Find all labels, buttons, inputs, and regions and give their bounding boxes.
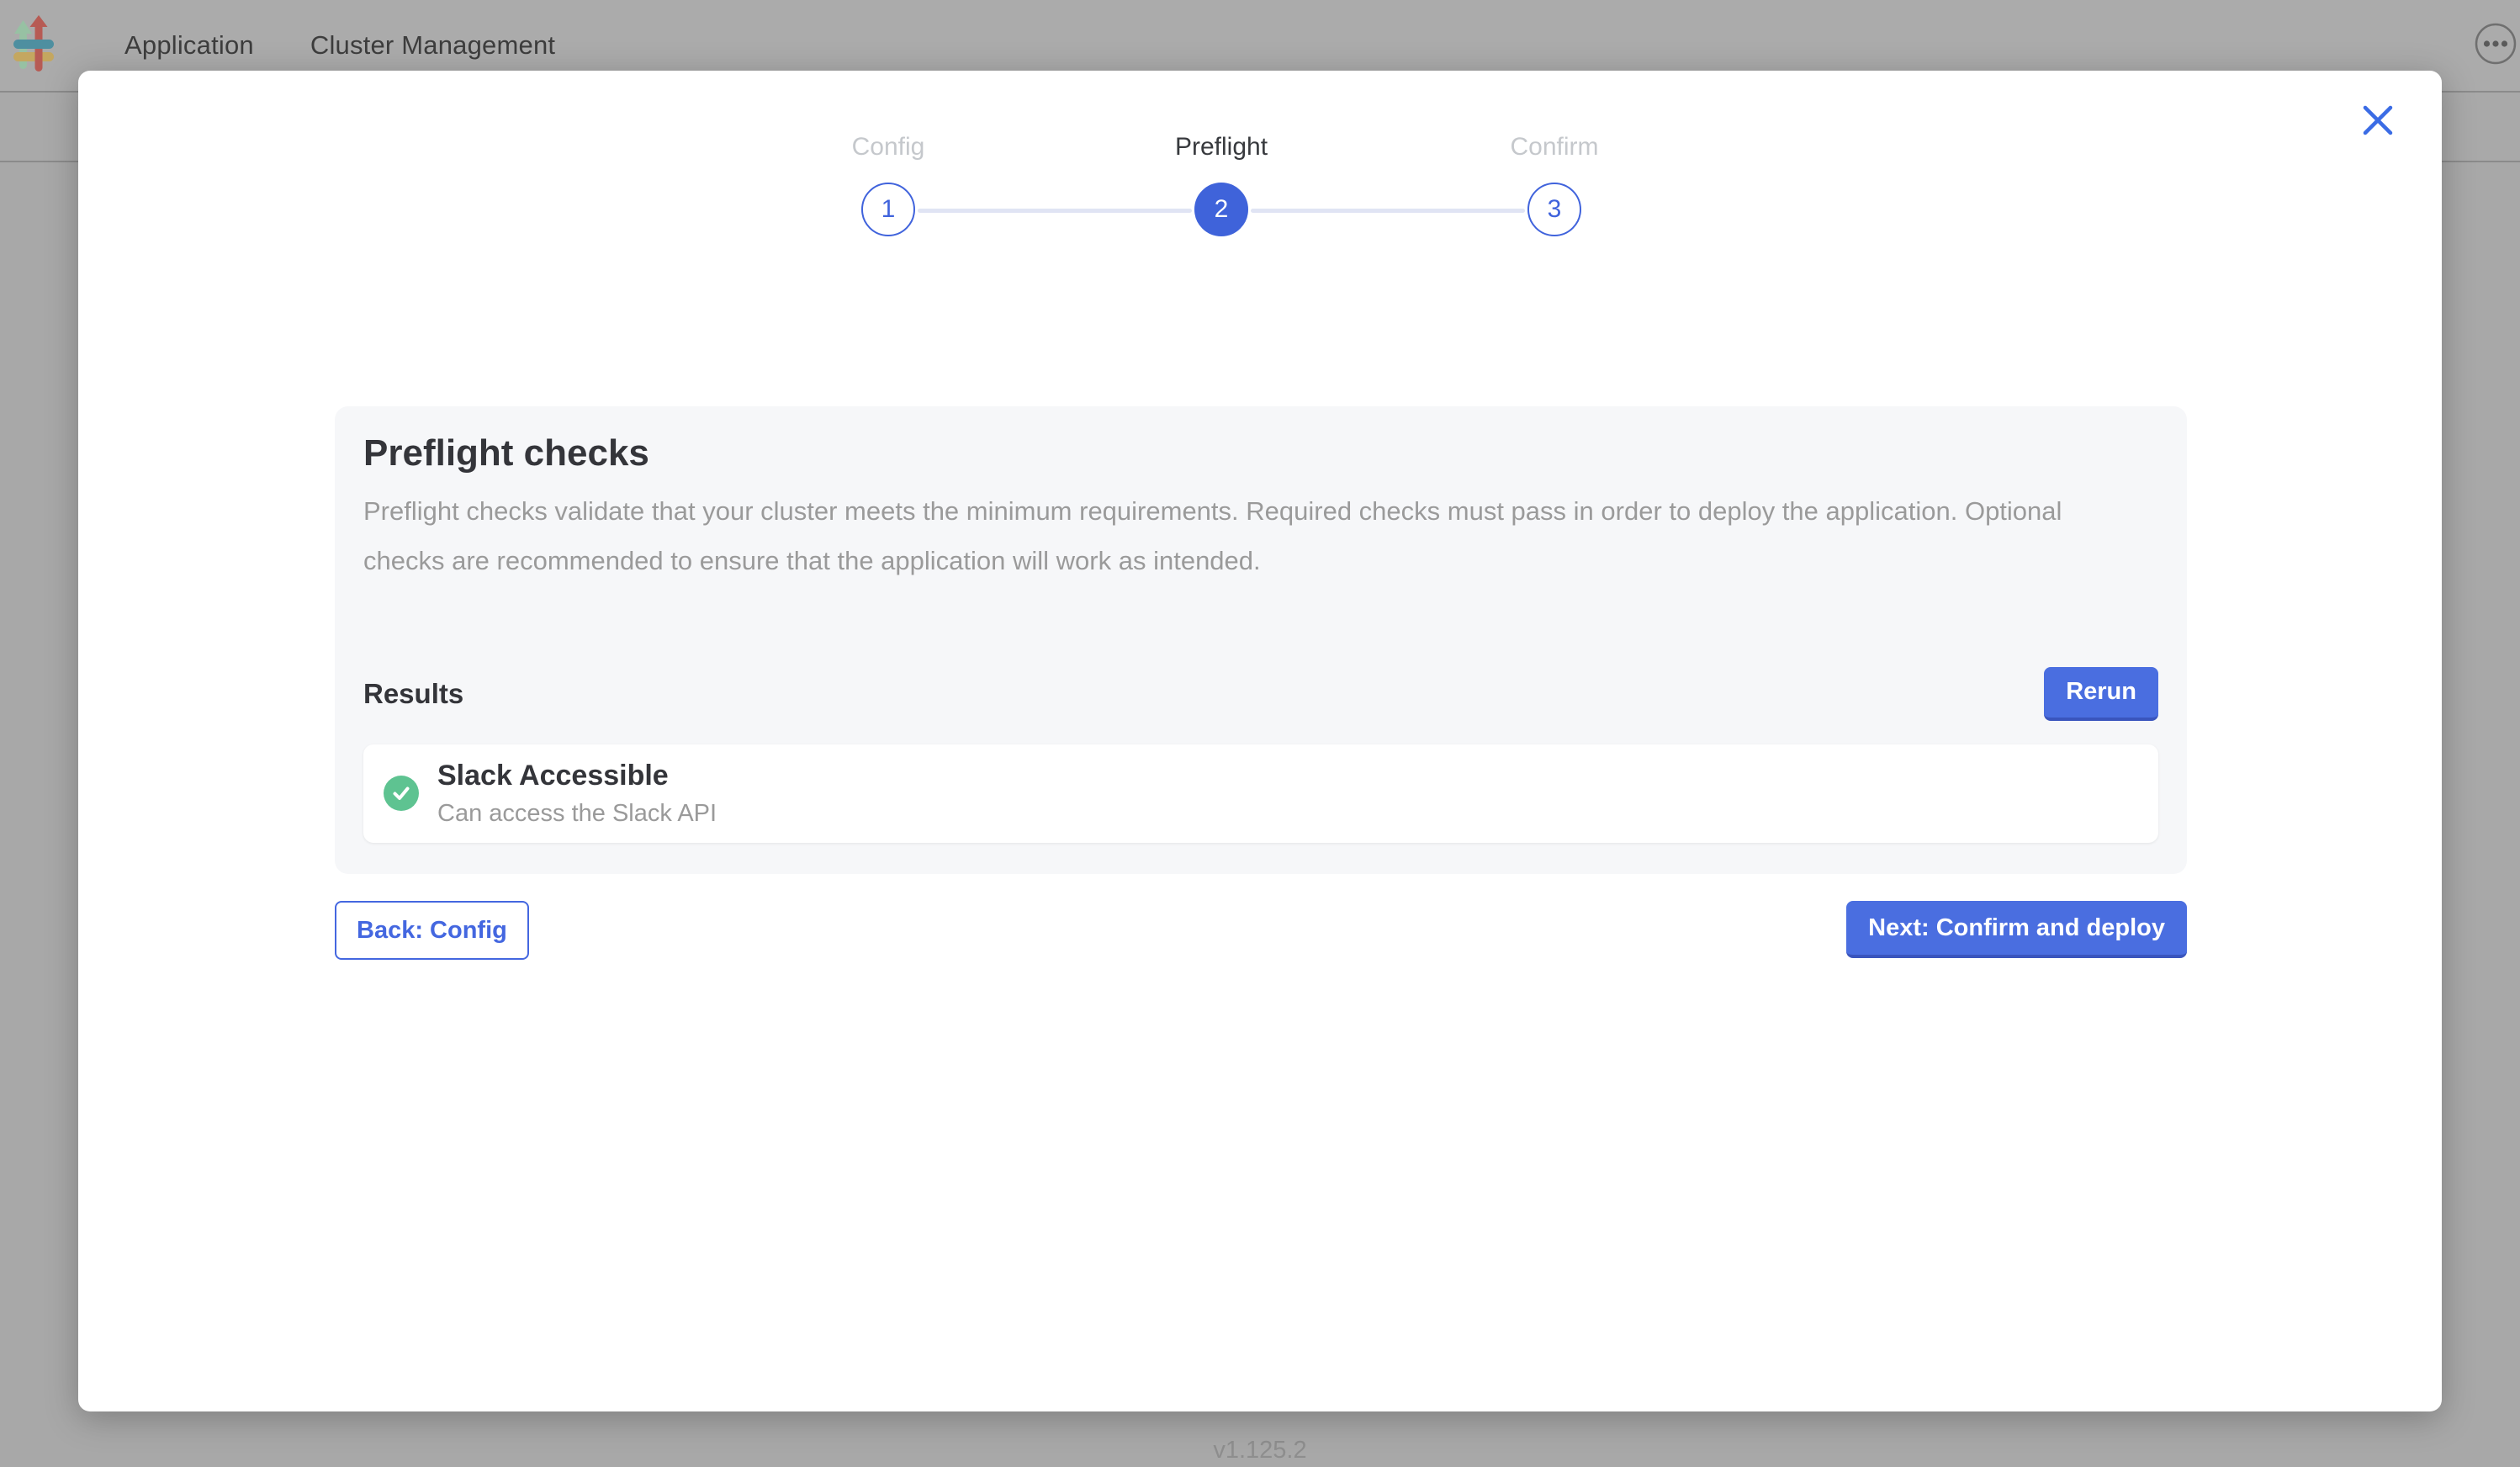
step-circle-2[interactable]: 2 [1194,183,1248,236]
version-label: v1.125.2 [0,1437,2520,1464]
nav-item-application[interactable]: Application [124,30,254,61]
step-label: Preflight [1175,133,1268,162]
step-circle-1[interactable]: 1 [861,183,915,236]
back-button[interactable]: Back: Config [335,901,529,960]
next-button[interactable]: Next: Confirm and deploy [1846,901,2187,958]
rerun-button[interactable]: Rerun [2044,667,2158,721]
nav-item-cluster-management[interactable]: Cluster Management [310,30,555,61]
panel-title: Preflight checks [363,432,2158,475]
panel-description: Preflight checks validate that your clus… [363,487,2126,586]
app-logo-icon [12,15,56,74]
step-confirm: Confirm 3 [1386,133,1723,236]
preflight-result-row: Slack Accessible Can access the Slack AP… [363,744,2158,843]
preflight-modal: Config 1 Preflight 2 Confirm 3 Preflight… [78,71,2442,1411]
step-label: Confirm [1510,133,1598,162]
ellipsis-icon [2475,55,2517,67]
results-heading: Results [363,678,463,710]
modal-footer: Back: Config Next: Confirm and deploy [335,901,2187,961]
results-header: Results Rerun [363,667,2158,721]
result-detail: Can access the Slack API [437,800,717,828]
step-config: Config 1 [720,133,1056,236]
result-text: Slack Accessible Can access the Slack AP… [437,760,717,828]
step-circle-3[interactable]: 3 [1527,183,1581,236]
check-pass-icon [384,776,419,811]
step-preflight-active: Preflight 2 [1053,133,1390,236]
preflight-checks-panel: Preflight checks Preflight checks valida… [335,406,2187,874]
step-label: Config [852,133,925,162]
result-title: Slack Accessible [437,760,717,792]
more-menu-button[interactable] [2475,23,2517,65]
stepper: Config 1 Preflight 2 Confirm 3 [78,71,2442,340]
